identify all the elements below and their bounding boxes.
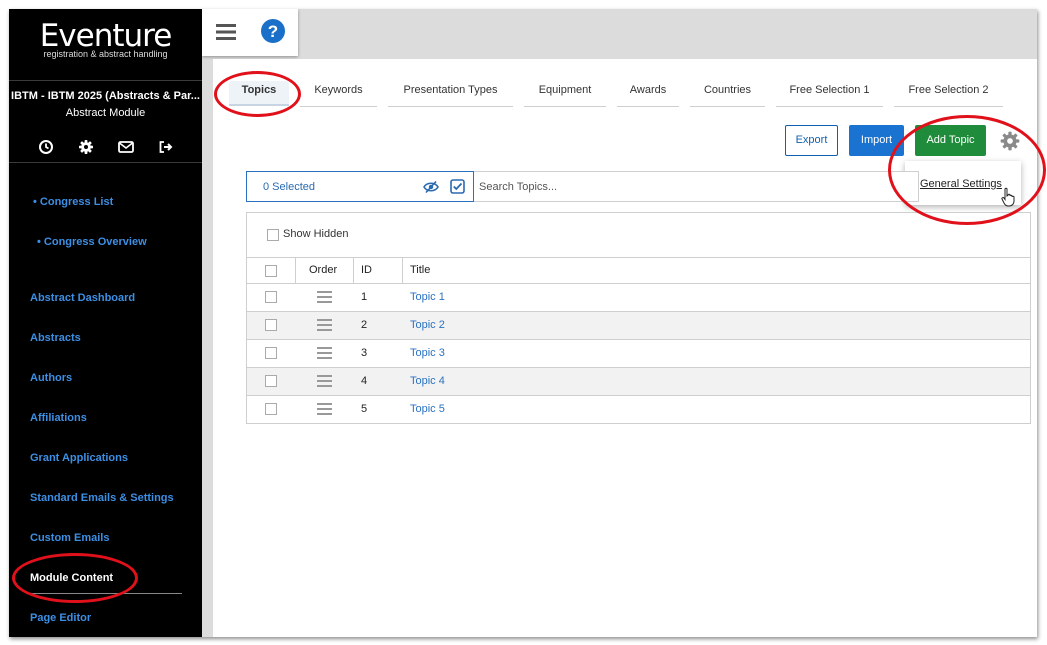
sidebar-item-affiliations[interactable]: Affiliations xyxy=(30,412,87,424)
table-row: 2 Topic 2 xyxy=(247,312,1030,340)
tab-free-selection-2[interactable]: Free Selection 2 xyxy=(894,84,1003,107)
hamburger-menu-icon[interactable] xyxy=(215,22,237,42)
mail-icon[interactable] xyxy=(116,137,136,157)
sidebar-item-abstract-dashboard[interactable]: Abstract Dashboard xyxy=(30,292,135,304)
search-field xyxy=(474,171,919,202)
toggle-visibility-icon[interactable] xyxy=(423,180,439,194)
row-checkbox[interactable] xyxy=(265,347,277,359)
sidebar-item-abstracts[interactable]: Abstracts xyxy=(30,332,81,344)
drag-handle-icon[interactable] xyxy=(317,403,332,415)
table-row: 5 Topic 5 xyxy=(247,396,1030,424)
active-indicator xyxy=(29,593,182,594)
tab-keywords[interactable]: Keywords xyxy=(300,84,377,107)
column-header-title[interactable]: Title xyxy=(410,264,430,276)
logo-text: Eventure xyxy=(39,18,173,54)
header-select-checkbox[interactable] xyxy=(265,265,277,277)
sidebar: Eventure registration & abstract handlin… xyxy=(9,9,202,637)
drag-handle-icon[interactable] xyxy=(317,375,332,387)
settings-gear-icon[interactable] xyxy=(999,130,1021,152)
drag-handle-icon[interactable] xyxy=(317,291,332,303)
sidebar-item-grant-applications[interactable]: Grant Applications xyxy=(30,452,128,464)
column-divider xyxy=(402,258,403,284)
export-button[interactable]: Export xyxy=(785,125,838,156)
row-id: 4 xyxy=(361,375,368,387)
row-title-link[interactable]: Topic 2 xyxy=(410,319,445,331)
row-id: 5 xyxy=(361,403,368,415)
row-title-link[interactable]: Topic 5 xyxy=(410,403,445,415)
sidebar-item-module-content[interactable]: Module Content xyxy=(30,572,113,584)
selected-count: 0 Selected xyxy=(263,181,315,193)
table-header: Order ID Title xyxy=(247,257,1030,284)
main-content: Topics Keywords Presentation Types Equip… xyxy=(213,59,1037,637)
tab-topics[interactable]: Topics xyxy=(229,81,289,106)
import-button[interactable]: Import xyxy=(849,125,904,156)
row-checkbox[interactable] xyxy=(265,319,277,331)
sidebar-item-page-editor[interactable]: Page Editor xyxy=(30,612,91,624)
top-toolbar: ? xyxy=(202,9,298,56)
row-checkbox[interactable] xyxy=(265,403,277,415)
table-row: 4 Topic 4 xyxy=(247,368,1030,396)
column-divider xyxy=(295,258,296,284)
row-checkbox[interactable] xyxy=(265,375,277,387)
svg-text:?: ? xyxy=(268,22,278,41)
app-window: Eventure registration & abstract handlin… xyxy=(9,9,1037,637)
column-divider xyxy=(353,258,354,284)
settings-dropdown: General Settings xyxy=(905,161,1021,207)
row-id: 1 xyxy=(361,291,368,303)
table-row: 1 Topic 1 xyxy=(247,284,1030,312)
show-hidden-checkbox[interactable] xyxy=(267,229,279,241)
congress-list-link[interactable]: • Congress List xyxy=(33,196,113,208)
sidebar-item-authors[interactable]: Authors xyxy=(30,372,72,384)
column-header-order[interactable]: Order xyxy=(309,264,337,276)
add-topic-button[interactable]: Add Topic xyxy=(915,125,986,156)
help-icon[interactable]: ? xyxy=(260,18,286,44)
hand-cursor-icon xyxy=(1001,187,1015,207)
sidebar-icon-row xyxy=(9,137,202,157)
logo[interactable]: Eventure registration & abstract handlin… xyxy=(9,19,202,59)
selection-box: 0 Selected xyxy=(246,171,474,202)
divider xyxy=(9,80,202,81)
drag-handle-icon[interactable] xyxy=(317,319,332,331)
column-header-id[interactable]: ID xyxy=(361,264,372,276)
congress-name: IBTM - IBTM 2025 (Abstracts & Par... xyxy=(11,90,200,102)
tab-awards[interactable]: Awards xyxy=(617,84,679,107)
module-name: Abstract Module xyxy=(65,107,146,119)
row-title-link[interactable]: Topic 3 xyxy=(410,347,445,359)
row-id: 2 xyxy=(361,319,368,331)
tab-presentation-types[interactable]: Presentation Types xyxy=(388,84,513,107)
sidebar-item-standard-emails[interactable]: Standard Emails & Settings xyxy=(30,492,174,504)
congress-overview-link[interactable]: • Congress Overview xyxy=(37,236,147,248)
sidebar-item-custom-emails[interactable]: Custom Emails xyxy=(30,532,109,544)
drag-handle-icon[interactable] xyxy=(317,347,332,359)
logout-icon[interactable] xyxy=(156,137,176,157)
row-title-link[interactable]: Topic 4 xyxy=(410,375,445,387)
tab-countries[interactable]: Countries xyxy=(690,84,765,107)
logo-subtitle: registration & abstract handling xyxy=(43,49,168,59)
table-row: 3 Topic 3 xyxy=(247,340,1030,368)
divider xyxy=(9,162,202,163)
tab-equipment[interactable]: Equipment xyxy=(524,84,606,107)
show-hidden-row: Show Hidden xyxy=(247,213,1030,257)
row-checkbox[interactable] xyxy=(265,291,277,303)
tab-free-selection-1[interactable]: Free Selection 1 xyxy=(776,84,883,107)
row-id: 3 xyxy=(361,347,368,359)
topics-table: Show Hidden Order ID Title 1 Topic 1 2 T… xyxy=(246,212,1031,424)
gear-icon[interactable] xyxy=(76,137,96,157)
general-settings-menu-item[interactable]: General Settings xyxy=(920,178,1002,190)
select-all-checkbox-icon[interactable] xyxy=(450,179,465,194)
show-hidden-label: Show Hidden xyxy=(283,228,349,240)
history-icon[interactable] xyxy=(36,137,56,157)
row-title-link[interactable]: Topic 1 xyxy=(410,291,445,303)
search-input[interactable] xyxy=(479,179,899,195)
